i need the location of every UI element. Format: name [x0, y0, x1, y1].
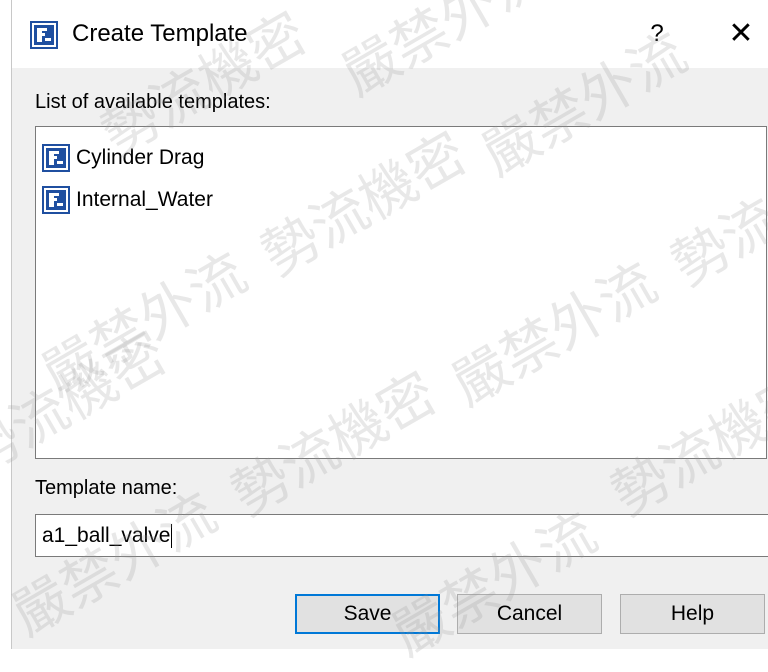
text-caret [171, 524, 173, 549]
cancel-button[interactable]: Cancel [457, 594, 602, 634]
template-name-input[interactable]: a1_ball_valve [35, 514, 768, 557]
app-icon [30, 21, 58, 49]
template-name-value: a1_ball_valve [42, 524, 171, 547]
title-bar: Create Template ? ✕ [12, 0, 768, 68]
templates-list[interactable]: Cylinder Drag Internal_Water [35, 126, 767, 459]
help-question-button[interactable]: ? [642, 20, 672, 48]
create-template-dialog: Create Template ? ✕ List of available te… [11, 0, 768, 649]
template-icon [42, 144, 70, 172]
save-button[interactable]: Save [295, 594, 440, 634]
list-label: List of available templates: [35, 91, 271, 113]
list-item[interactable]: Internal_Water [42, 184, 213, 216]
help-button[interactable]: Help [620, 594, 765, 634]
dialog-title: Create Template [72, 20, 248, 47]
close-button[interactable]: ✕ [724, 16, 758, 51]
template-icon [42, 186, 70, 214]
template-name-label: Template name: [35, 477, 178, 499]
list-item[interactable]: Cylinder Drag [42, 142, 204, 174]
list-item-label: Cylinder Drag [76, 146, 205, 169]
list-item-label: Internal_Water [76, 188, 213, 211]
